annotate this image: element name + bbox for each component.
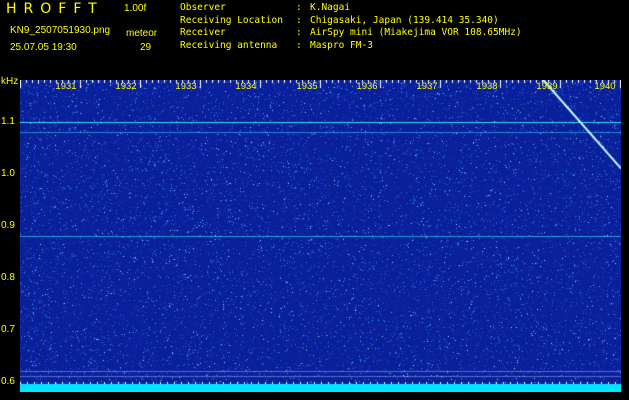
y-tick-label: 0.8 [1, 271, 15, 283]
x-tick-label: 1937 [416, 81, 438, 92]
date-time: 25.07.05 19:30 [10, 42, 77, 53]
x-tick-label: 1935 [296, 81, 318, 92]
app-title: HROFFT [6, 1, 104, 17]
file-name: KN9_2507051930.png [10, 25, 111, 36]
meta-key: Observer [180, 2, 226, 13]
axis-unit-label: kHz [1, 76, 19, 87]
meta-row: Receiver : AirSpy mini (Miakejima VOR 10… [180, 27, 522, 38]
x-tick-label: 1940 [594, 81, 616, 92]
meta-value: K.Nagai [310, 2, 351, 13]
y-tick-label: 0.6 [1, 375, 15, 387]
meta-value: Chigasaki, Japan (139.414 35.340) [310, 14, 499, 26]
x-tick-label: 1939 [536, 81, 558, 92]
x-tick-label: 1932 [115, 81, 137, 92]
mode-label: meteor [126, 28, 158, 39]
meta-row: Receiving antenna : Maspro FM-3 [180, 39, 373, 51]
y-tick-label: 1.1 [1, 115, 15, 127]
meta-row: Receiving Location : Chigasaki, Japan (1… [180, 14, 499, 26]
y-tick-label: 1.0 [1, 167, 15, 179]
spectrogram-canvas [20, 80, 621, 392]
meteor-count: 29 [140, 42, 152, 53]
x-tick-label: 1934 [235, 81, 257, 92]
x-tick-label: 1933 [175, 81, 197, 92]
app-version: 1.00f [124, 3, 147, 14]
meta-key: Receiver [180, 27, 226, 38]
meta-value: AirSpy mini (Miakejima VOR 108.65MHz) [310, 27, 522, 38]
meta-value: Maspro FM-3 [310, 39, 373, 51]
x-tick-label: 1938 [476, 81, 498, 92]
x-tick-label: 1936 [356, 81, 378, 92]
meta-block: Observer : K.Nagai Receiving Location : … [180, 2, 522, 52]
meta-key: Receiving Location [180, 14, 283, 26]
meta-key: Receiving antenna [180, 39, 278, 51]
x-tick-label: 1931 [55, 81, 77, 92]
y-tick-label: 0.7 [1, 323, 15, 335]
spectrogram[interactable] [20, 80, 621, 392]
meta-row: Observer : K.Nagai [180, 2, 351, 13]
y-tick-label: 0.9 [1, 219, 15, 231]
